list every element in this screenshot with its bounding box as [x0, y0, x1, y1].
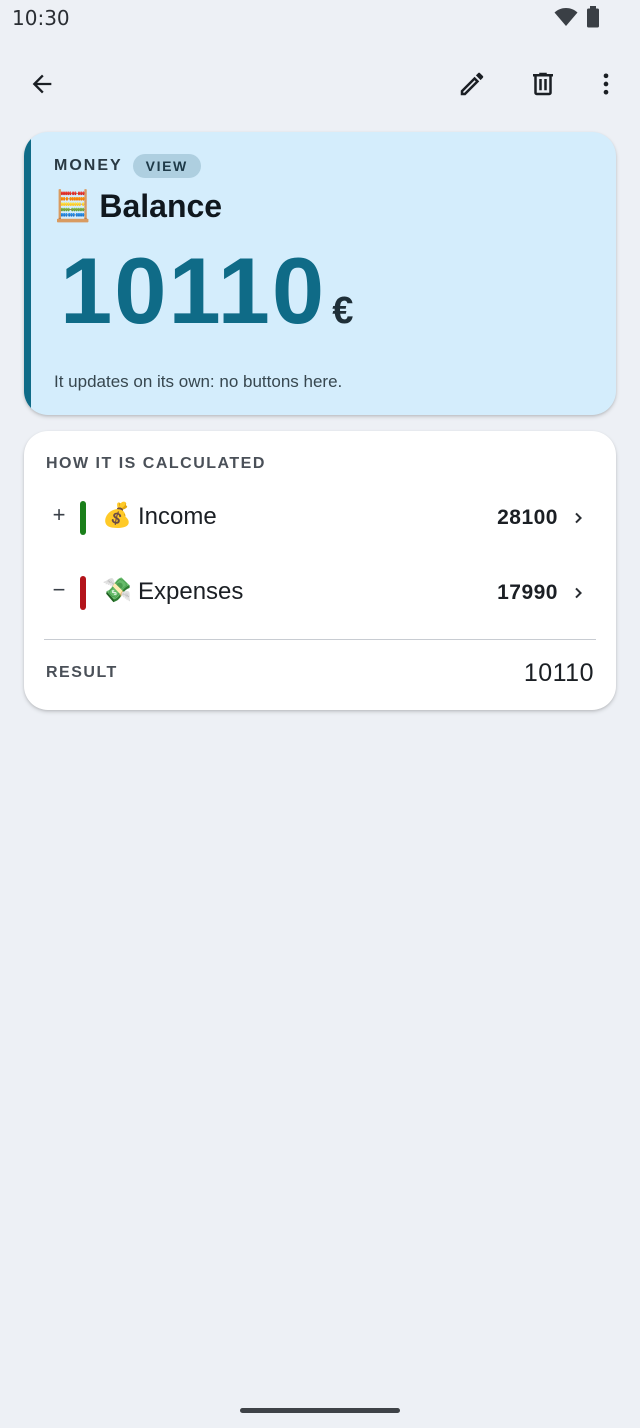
- wifi-icon: [554, 7, 578, 32]
- balance-amount-row: 10110 €: [60, 244, 353, 338]
- balance-card: MONEY VIEW 🧮 Balance 10110 € It updates …: [24, 132, 616, 415]
- money-wings-icon: 💸: [102, 577, 132, 604]
- income-label: Income: [138, 503, 217, 530]
- more-vert-icon: [603, 73, 609, 95]
- chevron-right-icon: [575, 512, 582, 524]
- calculation-header: HOW IT IS CALCULATED: [46, 455, 266, 472]
- card-title: Balance: [99, 188, 223, 224]
- app-bar: [0, 56, 640, 112]
- arrow-back-icon: [32, 74, 52, 94]
- result-divider: [44, 639, 596, 640]
- delete-button[interactable]: [519, 60, 567, 108]
- money-bag-icon: 💰: [102, 502, 132, 529]
- calc-row-expenses[interactable]: − 💸 Expenses 17990: [24, 563, 616, 623]
- expenses-color-bar: [80, 576, 86, 610]
- result-value: 10110: [523, 659, 594, 687]
- abacus-icon: 🧮: [54, 189, 92, 223]
- balance-amount: 10110: [60, 238, 327, 343]
- accent-stripe: [24, 132, 31, 415]
- view-badge: VIEW: [132, 154, 201, 178]
- income-color-bar: [80, 501, 86, 535]
- plus-sign: +: [52, 502, 66, 527]
- calculation-card: HOW IT IS CALCULATED + 💰 Income 28100 − …: [24, 431, 616, 710]
- more-options-button[interactable]: [582, 60, 630, 108]
- status-time: 10:30: [12, 6, 70, 30]
- delete-trash-icon: [533, 72, 553, 96]
- category-kicker: MONEY: [54, 157, 123, 174]
- income-value: 28100: [497, 506, 558, 529]
- minus-sign: −: [52, 577, 66, 602]
- edit-pencil-icon: [460, 72, 484, 96]
- expenses-value: 17990: [497, 581, 558, 604]
- title-row: 🧮 Balance: [54, 188, 222, 225]
- chevron-right-icon: [575, 587, 582, 599]
- status-icons: [554, 6, 600, 33]
- calc-row-income[interactable]: + 💰 Income 28100: [24, 488, 616, 548]
- gesture-nav-handle[interactable]: [240, 1408, 400, 1413]
- edit-button[interactable]: [448, 60, 496, 108]
- back-button[interactable]: [18, 60, 66, 108]
- status-bar: 10:30: [0, 0, 640, 40]
- auto-update-note: It updates on its own: no buttons here.: [54, 372, 343, 391]
- result-label: RESULT: [46, 664, 118, 681]
- currency-symbol: €: [332, 290, 354, 332]
- battery-icon: [586, 6, 600, 33]
- expenses-label: Expenses: [138, 578, 244, 605]
- kicker-row: MONEY VIEW: [54, 154, 201, 178]
